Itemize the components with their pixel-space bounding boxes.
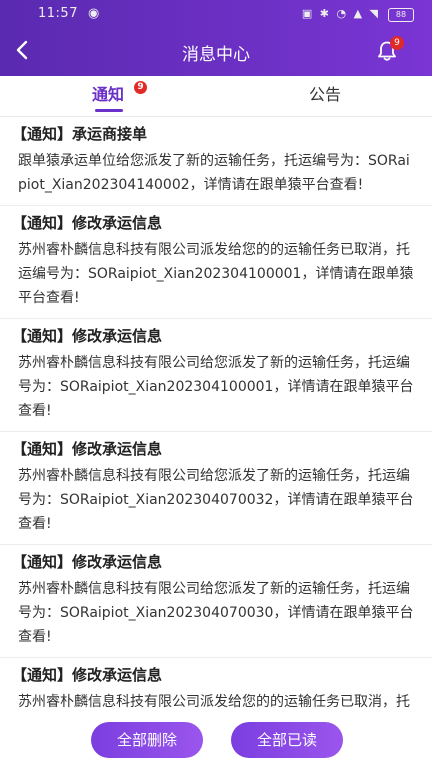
battery-icon: 88 <box>388 8 414 22</box>
page-title: 消息中心 <box>182 45 250 65</box>
message-title: 【通知】修改承运信息 <box>12 553 163 571</box>
message-title: 【通知】承运商接单 <box>12 125 148 143</box>
list-item[interactable]: 【通知】修改承运信息 苏州睿朴麟信息科技有限公司给您派发了新的运输任务，托运编号… <box>0 432 432 545</box>
footer-actions: 全部删除 全部已读 <box>0 711 432 768</box>
delete-all-button[interactable]: 全部删除 <box>91 722 203 758</box>
message-list[interactable]: 【通知】承运商接单 跟单猿承运单位给您派发了新的运输任务，托运编号为：SORai… <box>0 117 432 711</box>
header-bar: 11:57 ◉ ▣ ✱ ◔ ▲ ◥ 88 消息中心 9 <box>0 0 432 76</box>
message-body: 苏州睿朴麟信息科技有限公司派发给您的的运输任务已取消，托运编号为：SORaipi… <box>18 694 410 710</box>
list-item[interactable]: 【通知】承运商接单 跟单猿承运单位给您派发了新的运输任务，托运编号为：SORai… <box>0 117 432 206</box>
message-title: 【通知】修改承运信息 <box>12 214 163 232</box>
tab-bar: 通知 9 公告 <box>0 76 432 117</box>
message-title: 【通知】修改承运信息 <box>12 327 163 345</box>
message-body: 苏州睿朴麟信息科技有限公司给您派发了新的运输任务，托运编号为：SORaipiot… <box>18 355 414 419</box>
message-body: 苏州睿朴麟信息科技有限公司给您派发了新的运输任务，托运编号为：SORaipiot… <box>18 468 414 532</box>
mark-all-read-button[interactable]: 全部已读 <box>231 722 343 758</box>
message-body: 跟单猿承运单位给您派发了新的运输任务，托运编号为：SORaipiot_Xian2… <box>18 153 410 193</box>
list-item[interactable]: 【通知】修改承运信息 苏州睿朴麟信息科技有限公司给您派发了新的运输任务，托运编号… <box>0 319 432 432</box>
tab-notice-badge: 9 <box>134 81 147 94</box>
status-icons: ▣ ✱ ◔ ▲ ◥ <box>301 7 380 20</box>
tab-announcement[interactable]: 公告 <box>285 76 365 116</box>
list-item[interactable]: 【通知】修改承运信息 苏州睿朴麟信息科技有限公司派发给您的的运输任务已取消，托运… <box>0 206 432 319</box>
status-time: 11:57 <box>38 6 78 21</box>
status-bar: 11:57 ◉ ▣ ✱ ◔ ▲ ◥ 88 <box>0 0 432 28</box>
eye-icon: ◉ <box>88 6 100 21</box>
bell-badge: 9 <box>390 36 404 50</box>
tab-active-indicator <box>95 109 123 112</box>
message-body: 苏州睿朴麟信息科技有限公司给您派发了新的运输任务，托运编号为：SORaipiot… <box>18 581 414 645</box>
message-title: 【通知】修改承运信息 <box>12 440 163 458</box>
message-title: 【通知】修改承运信息 <box>12 666 163 684</box>
list-item[interactable]: 【通知】修改承运信息 苏州睿朴麟信息科技有限公司给您派发了新的运输任务，托运编号… <box>0 545 432 658</box>
message-body: 苏州睿朴麟信息科技有限公司派发给您的的运输任务已取消，托运编号为：SORaipi… <box>18 242 414 306</box>
list-item[interactable]: 【通知】修改承运信息 苏州睿朴麟信息科技有限公司派发给您的的运输任务已取消，托运… <box>0 658 432 711</box>
